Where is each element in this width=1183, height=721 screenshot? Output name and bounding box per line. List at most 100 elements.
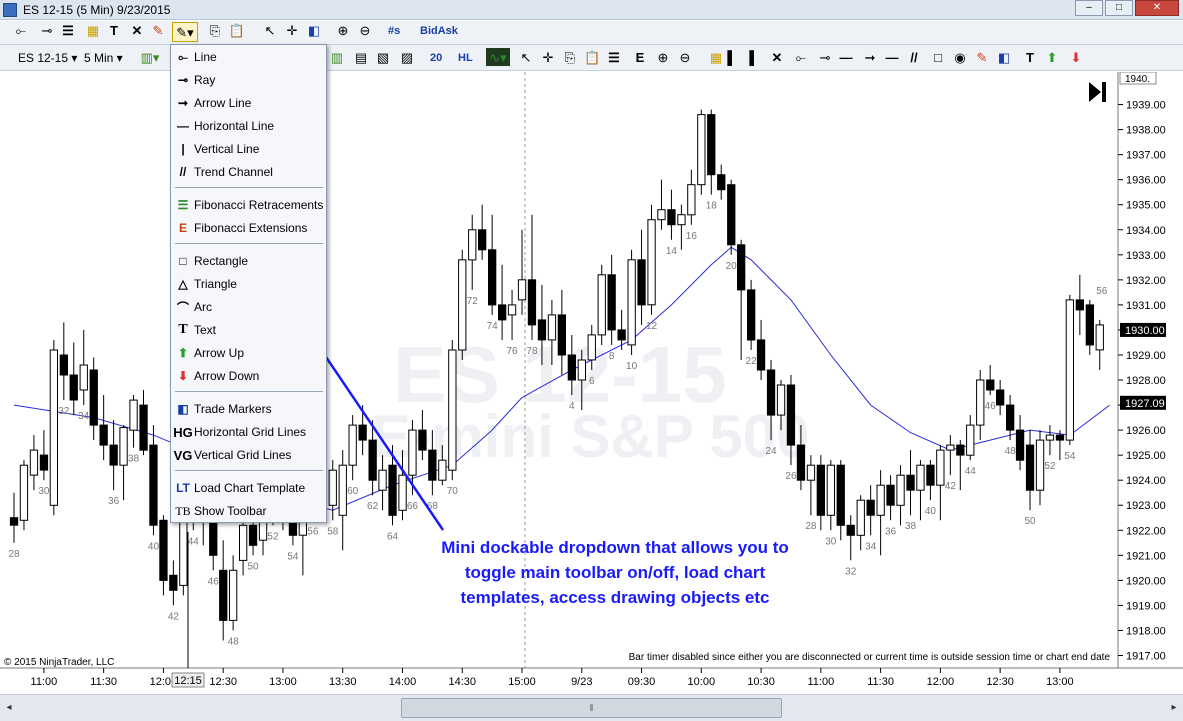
y-tick-label: 1920.00 xyxy=(1126,575,1166,587)
menu-item-arrow-line[interactable]: ➞ Arrow Line xyxy=(174,93,324,113)
y-tick-label: 1935.00 xyxy=(1126,200,1166,212)
text-tool-icon[interactable]: T xyxy=(106,21,122,41)
zoom-in-icon-2[interactable]: ⊕ xyxy=(654,48,672,68)
zoom-in-icon[interactable]: ⊕ xyxy=(334,21,352,41)
strategies-icon[interactable]: ▤ xyxy=(352,48,370,68)
arrow-down-icon-2[interactable]: ⬇ xyxy=(1068,48,1084,68)
fibonacci-extensions-icon-2[interactable]: E xyxy=(632,48,648,68)
candle-down xyxy=(607,274,616,331)
x-tick-label: 13:00 xyxy=(1046,676,1074,688)
text-icon-2[interactable]: T xyxy=(1022,48,1038,68)
rectangle-icon-2[interactable]: □ xyxy=(930,48,946,68)
candle-down xyxy=(766,369,776,416)
line-tool-icon-2[interactable]: ⟜ xyxy=(790,48,812,68)
copy-icon-2[interactable]: ⎘ xyxy=(562,48,578,68)
menu-item-label: Arrow Up xyxy=(194,346,245,360)
paste-icon[interactable]: 📋 xyxy=(228,21,246,41)
bars-back-button[interactable]: 20 xyxy=(430,48,442,68)
menu-item-trend-channel[interactable]: // Trend Channel xyxy=(174,162,324,182)
candle-up xyxy=(976,379,985,426)
pointer-icon[interactable]: ↖ xyxy=(262,21,278,41)
candle-down xyxy=(139,404,148,451)
menu-item-vertical-line[interactable]: | Vertical Line xyxy=(174,139,324,159)
hash-button[interactable]: #s xyxy=(388,21,400,41)
menu-item-arrow-down[interactable]: ⬇ Arrow Down xyxy=(174,366,324,386)
horizontal-line-icon-3[interactable]: — xyxy=(882,48,902,68)
menu-item-ray[interactable]: ⊸ Ray xyxy=(174,70,324,90)
delete-drawings-icon[interactable]: ✕ xyxy=(128,21,146,41)
candle-down xyxy=(69,374,78,401)
interval-selector[interactable]: 5 Min ▾ xyxy=(84,48,123,68)
menu-item-fibonacci-extensions[interactable]: E Fibonacci Extensions xyxy=(174,218,324,238)
arrow-line-icon-2[interactable]: ➞ xyxy=(860,48,880,68)
menu-item-arrow-up[interactable]: ⬆ Arrow Up xyxy=(174,343,324,363)
menu-item-text[interactable]: T Text xyxy=(174,320,324,340)
close-button[interactable]: ✕ xyxy=(1135,0,1179,16)
menu-item-show-toolbar[interactable]: TB Show Toolbar xyxy=(174,501,324,521)
scroll-right-arrow[interactable]: ▸ xyxy=(1167,699,1181,717)
ray-tool-icon-2[interactable]: ⊸ xyxy=(814,48,836,68)
menu-item-horizontal-grid-lines[interactable]: HG Horizontal Grid Lines xyxy=(173,422,324,442)
menu-item-load-chart-template[interactable]: LT Load Chart Template xyxy=(174,478,324,498)
data-box-icon[interactable]: ▨ xyxy=(398,48,416,68)
line-tool-icon[interactable]: ⟜ xyxy=(10,21,32,41)
menu-item-horizontal-line[interactable]: — Horizontal Line xyxy=(174,116,324,136)
menu-item-rectangle[interactable]: □ Rectangle xyxy=(174,251,324,271)
candle-down xyxy=(816,464,826,516)
horizontal-scrollbar[interactable]: ◂ ⦀ ▸ xyxy=(0,694,1183,721)
fibonacci-tool-icon-2[interactable]: ▦ xyxy=(708,48,724,68)
scroll-thumb[interactable]: ⦀ xyxy=(401,698,782,718)
pointer-icon-2[interactable]: ↖ xyxy=(518,48,534,68)
horizontal-line-icon-2[interactable]: — xyxy=(838,48,854,68)
zoom-out-icon[interactable]: ⊖ xyxy=(356,21,374,41)
instrument-selector[interactable]: ES 12-15 ▾ xyxy=(18,48,77,68)
ellipse-icon[interactable]: ◉ xyxy=(952,48,968,68)
vertical-line-icon-2[interactable]: ▌ xyxy=(724,48,740,68)
arrow-up-icon-2[interactable]: ⬆ xyxy=(1044,48,1060,68)
properties-icon[interactable]: ▧ xyxy=(374,48,392,68)
menu-item-arc[interactable]: ⌒ Arc xyxy=(174,297,324,317)
menu-item-line[interactable]: ⟜ Line xyxy=(174,47,324,67)
rectangle-icon: □ xyxy=(179,254,187,268)
maximize-button[interactable]: □ xyxy=(1105,0,1133,16)
pencil-icon-2[interactable]: ✎ xyxy=(974,48,990,68)
trend-channel-icon-2[interactable]: // xyxy=(906,48,922,68)
bar-count-label: 16 xyxy=(686,231,698,242)
fibonacci-retracements-icon-2[interactable]: ☰ xyxy=(606,48,622,68)
horizontal-line-tool-icon[interactable]: ☰ xyxy=(60,21,76,41)
bar-count-label: 28 xyxy=(8,549,20,560)
menu-item-vertical-grid-lines[interactable]: VG Vertical Grid Lines xyxy=(174,445,324,465)
menu-item-triangle[interactable]: △ Triangle xyxy=(174,274,324,294)
indicators-icon[interactable]: ▥ xyxy=(328,48,346,68)
paste-icon-2[interactable]: 📋 xyxy=(584,48,600,68)
menu-item-trade-markers[interactable]: ◧ Trade Markers xyxy=(174,399,324,419)
bar-type-icon[interactable]: ▥▾ xyxy=(138,48,162,68)
ray-tool-icon[interactable]: ⊸ xyxy=(36,21,58,41)
x-tick-label: 09:30 xyxy=(628,676,656,688)
scroll-left-arrow[interactable]: ◂ xyxy=(2,699,16,717)
arrow-line-icon: ➞ xyxy=(177,96,189,110)
chart-style-icon[interactable]: ∿▾ xyxy=(486,48,510,66)
zoom-out-icon-2[interactable]: ⊖ xyxy=(676,48,694,68)
candle-up xyxy=(328,469,337,506)
hl-button[interactable]: HL xyxy=(458,48,473,68)
copy-icon[interactable]: ⎘ xyxy=(206,21,224,41)
bar-count-label: 34 xyxy=(865,541,877,552)
crosshair-icon-2[interactable]: ✛ xyxy=(540,48,556,68)
bar-count-label: 46 xyxy=(985,401,997,412)
candle-up xyxy=(627,259,636,346)
delete-drawings-icon-2[interactable]: ✕ xyxy=(768,48,786,68)
candle-up xyxy=(597,274,606,336)
drawing-tools-dropdown-button[interactable]: ✎▾ xyxy=(172,22,198,42)
trade-markers-icon[interactable]: ◧ xyxy=(306,21,322,41)
vertical-line-icon-3[interactable]: ▌ xyxy=(746,48,762,68)
menu-item-fibonacci-retracements[interactable]: ☰ Fibonacci Retracements xyxy=(174,195,324,215)
bar-count-label: 62 xyxy=(367,501,379,512)
trade-markers-icon-2[interactable]: ◧ xyxy=(996,48,1012,68)
crosshair-icon[interactable]: ✛ xyxy=(284,21,300,41)
minimize-button[interactable]: – xyxy=(1075,0,1103,16)
menu-separator xyxy=(175,187,323,188)
pencil-icon[interactable]: ✎ xyxy=(150,21,166,41)
fibonacci-tool-icon[interactable]: ▦ xyxy=(84,21,102,41)
bidask-button[interactable]: BidAsk xyxy=(420,21,458,41)
